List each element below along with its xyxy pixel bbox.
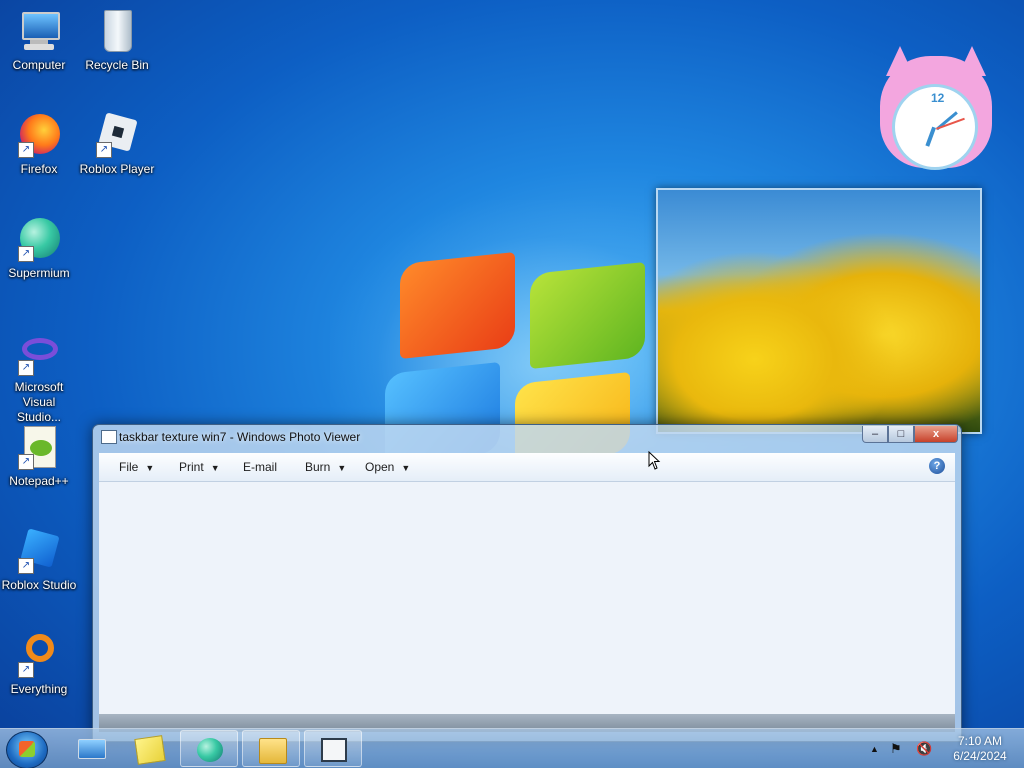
- file-explorer-icon: [259, 738, 287, 764]
- menu-email[interactable]: E-mail: [243, 460, 277, 474]
- desktop-icon-label: Computer: [12, 58, 66, 72]
- desktop-icon-label: Roblox Player: [79, 162, 155, 176]
- menu-print-label: Print: [179, 460, 204, 474]
- photo-viewer-window[interactable]: taskbar texture win7 - Windows Photo Vie…: [92, 424, 962, 742]
- taskbar-button-sticky-notes[interactable]: [120, 730, 178, 767]
- menu-open[interactable]: Open ▼: [365, 460, 410, 474]
- clock-number-12: 12: [931, 91, 945, 105]
- desktop-icon-label: Notepad++: [9, 474, 69, 488]
- taskbar-button-supermium[interactable]: [180, 730, 238, 767]
- system-tray: ▲ ⚑ 🔇 7:10 AM 6/24/2024: [866, 729, 1024, 768]
- taskbar-button-file-explorer[interactable]: [242, 730, 300, 767]
- shortcut-arrow-icon: ↗: [18, 558, 34, 574]
- visual-studio-icon: ↗: [16, 330, 62, 376]
- clock-date: 6/24/2024: [953, 749, 1007, 763]
- clock-face: 12: [892, 84, 978, 170]
- image-display-area[interactable]: [99, 482, 955, 714]
- maximize-button[interactable]: □: [888, 426, 914, 443]
- minimize-button[interactable]: –: [862, 426, 888, 443]
- firefox-icon: ↗: [16, 112, 62, 158]
- desktop-icon-label: Firefox: [20, 162, 58, 176]
- taskbar-button-remote-desktop[interactable]: [62, 730, 120, 767]
- chevron-down-icon: ▼: [337, 463, 347, 473]
- desktop-icon-computer[interactable]: Computer: [0, 8, 78, 73]
- command-bar: File ▼ Print ▼ E-mail Burn ▼ Open ▼ ?: [99, 453, 955, 482]
- clock-gadget[interactable]: 12: [876, 46, 996, 174]
- clock-hour-hand: [925, 126, 936, 147]
- desktop-icon-label: Microsoft Visual Studio...: [14, 380, 64, 424]
- title-bar[interactable]: taskbar texture win7 - Windows Photo Vie…: [93, 425, 961, 449]
- chevron-down-icon: ▼: [210, 463, 220, 473]
- photo-viewer-icon: [321, 738, 347, 762]
- roblox-studio-icon: ↗: [16, 528, 62, 574]
- roblox-player-icon: ↗: [94, 112, 140, 158]
- menu-print[interactable]: Print ▼: [179, 460, 220, 474]
- help-icon[interactable]: ?: [929, 458, 945, 474]
- shortcut-arrow-icon: ↗: [18, 662, 34, 678]
- photo-viewer-icon: [101, 430, 117, 444]
- desktop-icon-roblox-studio[interactable]: ↗ Roblox Studio: [0, 528, 78, 593]
- shortcut-arrow-icon: ↗: [18, 246, 34, 262]
- start-button[interactable]: [6, 731, 48, 768]
- slideshow-gadget-tulips[interactable]: [656, 188, 982, 434]
- desktop-icon-recycle-bin[interactable]: Recycle Bin: [78, 8, 156, 73]
- desktop-icon-notepadpp[interactable]: ↗ Notepad++: [0, 424, 78, 489]
- recycle-bin-icon: [94, 8, 140, 54]
- menu-burn-label: Burn: [305, 460, 331, 474]
- windows-flag-icon: [19, 741, 35, 757]
- menu-burn[interactable]: Burn ▼: [305, 460, 346, 474]
- desktop-icon-supermium[interactable]: ↗ Supermium: [0, 216, 78, 281]
- menu-file[interactable]: File ▼: [119, 460, 154, 474]
- sticky-notes-icon: [134, 735, 166, 765]
- desktop-icon-label: Roblox Studio: [1, 578, 77, 592]
- supermium-icon: [197, 738, 223, 762]
- shortcut-arrow-icon: ↗: [18, 454, 34, 470]
- desktop-icon-label: Recycle Bin: [85, 58, 149, 72]
- shortcut-arrow-icon: ↗: [96, 142, 112, 158]
- desktop-icon-firefox[interactable]: ↗ Firefox: [0, 112, 78, 177]
- shortcut-arrow-icon: ↗: [18, 360, 34, 376]
- action-center-flag-icon[interactable]: ⚑: [890, 741, 902, 757]
- show-hidden-icons-icon[interactable]: ▲: [870, 744, 879, 754]
- desktop-icon-label: Supermium: [8, 266, 70, 280]
- taskbar-button-photo-viewer[interactable]: [304, 730, 362, 767]
- everything-icon: ↗: [16, 632, 62, 678]
- taskbar: ▲ ⚑ 🔇 7:10 AM 6/24/2024: [0, 728, 1024, 768]
- desktop-icon-everything[interactable]: ↗ Everything: [0, 632, 78, 697]
- menu-email-label: E-mail: [243, 460, 278, 474]
- chevron-down-icon: ▼: [401, 463, 411, 473]
- desktop-icon-label: Everything: [10, 682, 68, 696]
- window-title: taskbar texture win7 - Windows Photo Vie…: [119, 430, 361, 444]
- menu-open-label: Open: [365, 460, 395, 474]
- close-button[interactable]: x: [914, 426, 958, 443]
- mouse-cursor-icon: [648, 451, 661, 470]
- desktop-icon-roblox-player[interactable]: ↗ Roblox Player: [78, 112, 156, 177]
- chevron-down-icon: ▼: [145, 463, 155, 473]
- desktop-icon-visual-studio[interactable]: ↗ Microsoft Visual Studio...: [0, 330, 78, 425]
- menu-file-label: File: [119, 460, 139, 474]
- clock-time: 7:10 AM: [957, 734, 1003, 748]
- remote-desktop-icon: [78, 739, 106, 759]
- notepadpp-icon: ↗: [16, 424, 62, 470]
- supermium-icon: ↗: [16, 216, 62, 262]
- taskbar-clock[interactable]: 7:10 AM 6/24/2024: [948, 734, 1012, 764]
- volume-muted-icon[interactable]: 🔇: [916, 741, 932, 757]
- shortcut-arrow-icon: ↗: [18, 142, 34, 158]
- computer-icon: [16, 8, 62, 54]
